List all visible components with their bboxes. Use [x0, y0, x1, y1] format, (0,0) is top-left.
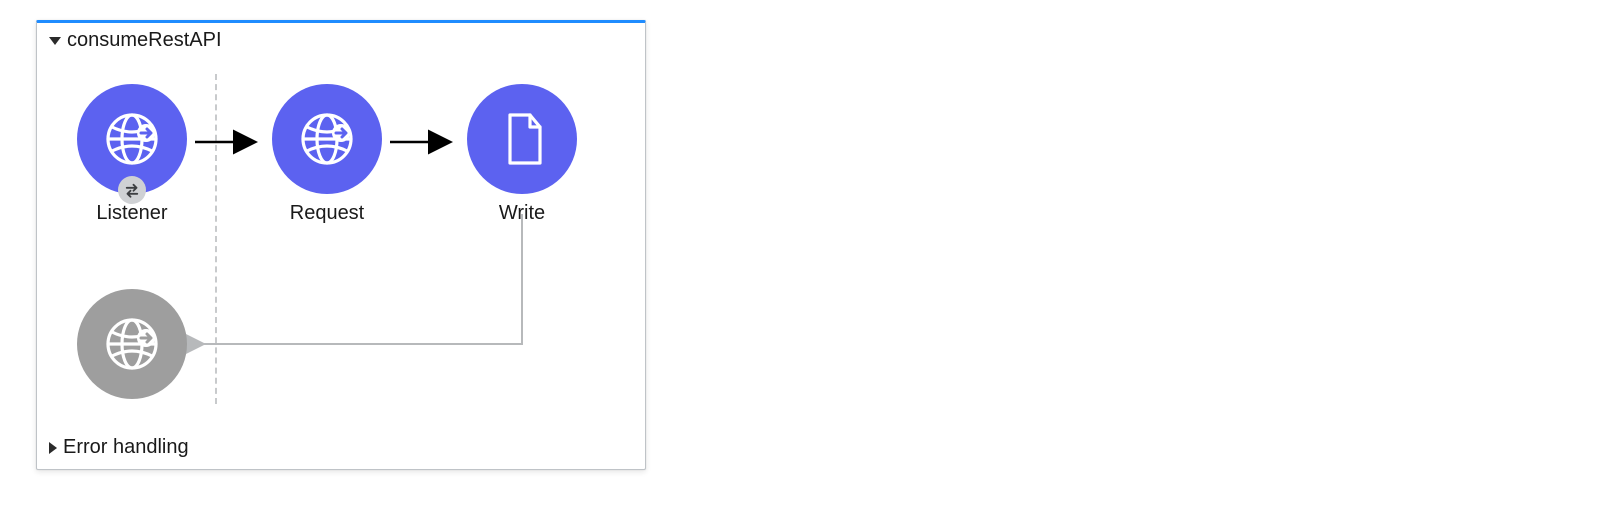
chevron-down-icon — [49, 37, 61, 45]
error-section-header[interactable]: Error handling — [49, 436, 635, 459]
flow-canvas[interactable]: Listener Request — [37, 54, 645, 414]
globe-arrow-icon — [295, 107, 359, 171]
listener-label: Listener — [62, 202, 202, 225]
response-node[interactable] — [77, 289, 187, 399]
file-icon — [490, 107, 554, 171]
error-section-footer: Error handling — [37, 428, 645, 469]
arrow-listener-to-request — [195, 132, 265, 152]
arrow-request-to-write — [390, 132, 460, 152]
error-section-title: Error handling — [63, 436, 189, 459]
flow-section-header[interactable]: consumeRestAPI — [37, 23, 645, 54]
listener-node[interactable]: Listener — [77, 84, 187, 194]
request-node[interactable]: Request — [272, 84, 382, 194]
globe-arrow-icon — [100, 312, 164, 376]
write-node[interactable]: Write — [467, 84, 577, 194]
flow-title: consumeRestAPI — [67, 29, 222, 52]
write-label: Write — [452, 202, 592, 225]
chevron-right-icon — [49, 442, 57, 454]
arrow-return — [187, 214, 532, 364]
flow-panel: consumeRestAPI Listener — [36, 20, 646, 470]
request-label: Request — [257, 202, 397, 225]
exchange-badge-icon — [118, 176, 146, 204]
source-divider — [215, 74, 217, 404]
globe-arrow-icon — [100, 107, 164, 171]
